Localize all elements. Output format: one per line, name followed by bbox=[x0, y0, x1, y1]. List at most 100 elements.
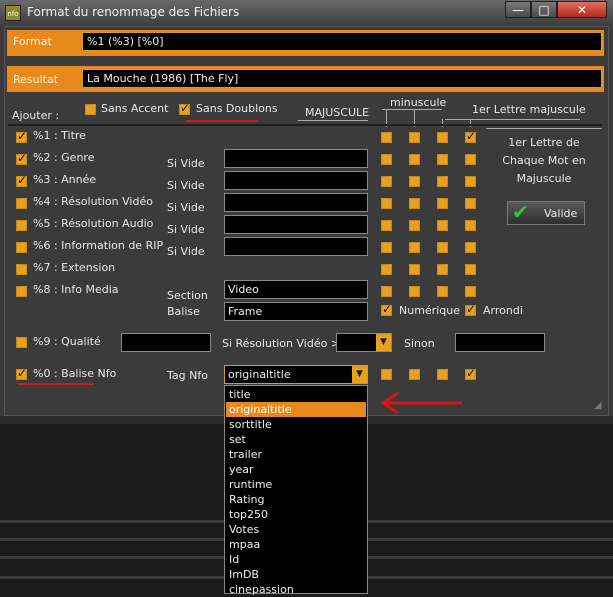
balise-label: Balise bbox=[167, 305, 200, 318]
case-checkbox[interactable] bbox=[437, 242, 448, 253]
dropdown-option[interactable]: top250 bbox=[226, 507, 366, 522]
row-checkbox[interactable] bbox=[16, 264, 27, 275]
case-checkbox[interactable] bbox=[437, 264, 448, 275]
format-input[interactable]: %1 (%3) [%0] bbox=[82, 32, 602, 51]
dropdown-option[interactable]: mpaa bbox=[226, 537, 366, 552]
close-button[interactable]: ✕ bbox=[557, 1, 607, 18]
minimize-button[interactable]: — bbox=[505, 1, 531, 18]
row-checkbox[interactable] bbox=[16, 173, 27, 187]
row-sub-label: Si Vide bbox=[167, 179, 205, 192]
case-checkbox[interactable] bbox=[409, 264, 420, 275]
case-checkbox[interactable] bbox=[409, 242, 420, 253]
dropdown-option[interactable]: runtime bbox=[226, 477, 366, 492]
row-checkbox[interactable] bbox=[16, 220, 27, 231]
case-checkbox[interactable] bbox=[465, 286, 476, 297]
qualite-checkbox[interactable] bbox=[16, 337, 27, 348]
tag-nfo-arrow-icon[interactable]: ▼ bbox=[352, 366, 367, 383]
case-checkbox[interactable] bbox=[465, 129, 476, 143]
tag-nfo-select[interactable]: originaltitle bbox=[224, 365, 368, 384]
balise-nfo-label: %0 : Balise Nfo bbox=[33, 367, 117, 380]
ajouter-label: Ajouter : bbox=[12, 109, 60, 122]
dropdown-option[interactable]: Votes bbox=[226, 522, 366, 537]
tag-nfo-label: Tag Nfo bbox=[167, 369, 208, 382]
sans-accent-checkbox[interactable] bbox=[85, 104, 96, 115]
resize-grip-icon[interactable]: ◢ bbox=[594, 400, 602, 411]
case-checkbox[interactable] bbox=[437, 176, 448, 187]
title-bar[interactable]: nfo Format du renommage des Fichiers — □… bbox=[0, 0, 613, 26]
si-vide-input[interactable] bbox=[224, 237, 368, 256]
case-checkbox[interactable] bbox=[465, 176, 476, 187]
dropdown-option[interactable]: Id bbox=[226, 552, 366, 567]
tag-nfo-dropdown-list[interactable]: title originaltitle sorttitle set trailer yea… bbox=[224, 385, 368, 597]
case-checkbox[interactable] bbox=[465, 198, 476, 209]
qualite-label: %9 : Qualité bbox=[33, 335, 101, 348]
arrondi-checkbox[interactable] bbox=[465, 302, 476, 316]
minuscule-header-line bbox=[382, 109, 442, 110]
case-checkbox[interactable] bbox=[409, 198, 420, 209]
row-checkbox[interactable] bbox=[16, 198, 27, 209]
window-title: Format du renommage des Fichiers bbox=[27, 5, 240, 19]
case-checkbox[interactable] bbox=[381, 132, 392, 143]
si-vide-input[interactable] bbox=[224, 193, 368, 212]
dropdown-option[interactable]: year bbox=[226, 462, 366, 477]
case-checkbox[interactable] bbox=[437, 286, 448, 297]
case-checkbox[interactable] bbox=[381, 220, 392, 231]
sinon-input[interactable] bbox=[455, 333, 545, 352]
case-checkbox[interactable] bbox=[409, 154, 420, 165]
qualite-input[interactable] bbox=[121, 333, 211, 352]
resolution-select-arrow-icon[interactable]: ▼ bbox=[376, 334, 391, 351]
case-checkbox[interactable] bbox=[409, 286, 420, 297]
dropdown-option[interactable]: originaltitle bbox=[226, 402, 366, 417]
row-sub-label: Si Vide bbox=[167, 157, 205, 170]
case-checkbox[interactable] bbox=[381, 154, 392, 165]
case-checkbox[interactable] bbox=[381, 242, 392, 253]
dropdown-option[interactable]: title bbox=[226, 387, 366, 402]
si-resolution-label: Si Résolution Vidéo >= bbox=[222, 337, 350, 350]
nfo-case-checkbox[interactable] bbox=[381, 369, 392, 380]
valide-button[interactable]: ✔ Valide bbox=[507, 200, 585, 225]
row-checkbox[interactable] bbox=[16, 151, 27, 165]
nfo-case-checkbox[interactable] bbox=[465, 366, 476, 380]
nfo-case-checkbox[interactable] bbox=[409, 369, 420, 380]
case-checkbox[interactable] bbox=[465, 220, 476, 231]
si-vide-input[interactable] bbox=[224, 215, 368, 234]
case-checkbox[interactable] bbox=[381, 198, 392, 209]
case-checkbox[interactable] bbox=[465, 242, 476, 253]
nfo-case-checkbox[interactable] bbox=[437, 369, 448, 380]
rows-separator-top bbox=[8, 124, 602, 126]
dropdown-option[interactable]: sorttitle bbox=[226, 417, 366, 432]
case-checkbox[interactable] bbox=[409, 220, 420, 231]
si-vide-input[interactable] bbox=[224, 149, 368, 168]
row-checkbox[interactable] bbox=[16, 286, 27, 297]
dropdown-option[interactable]: trailer bbox=[226, 447, 366, 462]
chaque-header: 1er Lettre de Chaque Mot en Majuscule bbox=[502, 136, 586, 185]
case-checkbox[interactable] bbox=[381, 176, 392, 187]
dropdown-option[interactable]: set bbox=[226, 432, 366, 447]
si-vide-input[interactable] bbox=[224, 171, 368, 190]
dropdown-option[interactable]: Rating bbox=[226, 492, 366, 507]
row-checkbox[interactable] bbox=[16, 129, 27, 143]
sans-doublons-checkbox[interactable] bbox=[179, 101, 190, 115]
case-checkbox[interactable] bbox=[409, 176, 420, 187]
resultat-label: Resultat bbox=[13, 73, 59, 86]
dropdown-option[interactable]: ImDB bbox=[226, 567, 366, 582]
minuscule-header: minuscule bbox=[390, 96, 447, 109]
dropdown-option[interactable]: cinepassion bbox=[226, 582, 366, 597]
balise-nfo-checkbox[interactable] bbox=[16, 366, 27, 380]
case-checkbox[interactable] bbox=[381, 264, 392, 275]
case-checkbox[interactable] bbox=[409, 132, 420, 143]
case-checkbox[interactable] bbox=[437, 198, 448, 209]
case-checkbox[interactable] bbox=[465, 154, 476, 165]
case-checkbox[interactable] bbox=[437, 154, 448, 165]
case-checkbox[interactable] bbox=[465, 264, 476, 275]
section-input[interactable]: Video bbox=[224, 280, 368, 299]
maximize-button[interactable]: □ bbox=[531, 1, 557, 18]
case-checkbox[interactable] bbox=[437, 132, 448, 143]
balise-input[interactable]: Frame bbox=[224, 302, 368, 321]
case-checkbox[interactable] bbox=[381, 286, 392, 297]
numerique-checkbox[interactable] bbox=[381, 302, 392, 316]
row-checkbox[interactable] bbox=[16, 242, 27, 253]
case-checkbox[interactable] bbox=[437, 220, 448, 231]
checkmark-icon: ✔ bbox=[512, 200, 529, 224]
majuscule-header-line bbox=[298, 120, 368, 121]
